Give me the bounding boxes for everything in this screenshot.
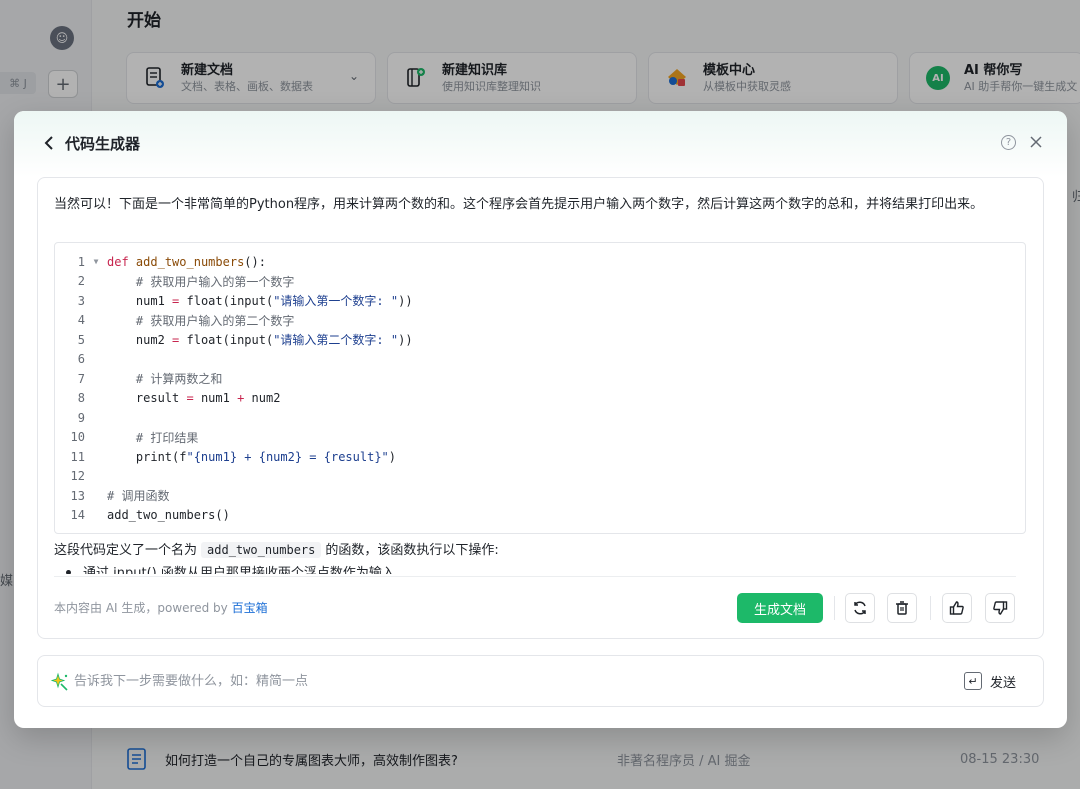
- dialog-header: [14, 111, 1067, 177]
- explain-prefix: 这段代码定义了一个名为: [54, 543, 198, 558]
- response-intro: 当然可以！下面是一个非常简单的Python程序，用来计算两个数的和。这个程序会首…: [54, 197, 984, 212]
- divider: [930, 596, 931, 620]
- bullet-dot: [66, 569, 71, 574]
- line-number: 8: [77, 391, 85, 406]
- line-number: 10: [70, 430, 85, 445]
- line-number: 1: [77, 254, 85, 269]
- thumbs-down-button[interactable]: [985, 593, 1015, 623]
- back-arrow-icon[interactable]: [40, 133, 58, 153]
- code-line: 3 num1 = float(input("请输入第一个数字: ")): [55, 291, 1025, 311]
- prompt-input[interactable]: [74, 656, 934, 706]
- thumbs-up-icon: [949, 601, 964, 615]
- delete-button[interactable]: [887, 593, 917, 623]
- close-icon[interactable]: [1027, 133, 1045, 151]
- code-text: # 打印结果: [107, 430, 199, 445]
- code-line: 5 num2 = float(input("请输入第二个数字: ")): [55, 330, 1025, 350]
- code-line: 2 # 获取用户输入的第一个数字: [55, 272, 1025, 292]
- code-line: 11 print(f"{num1} + {num2} = {result}"): [55, 447, 1025, 467]
- enter-key-icon: ↵: [964, 672, 982, 690]
- line-number: 13: [70, 488, 85, 503]
- inline-code: add_two_numbers: [201, 542, 322, 558]
- code-line: 10 # 打印结果: [55, 428, 1025, 448]
- trash-icon: [896, 601, 908, 615]
- powered-by-link[interactable]: 百宝箱: [232, 601, 268, 615]
- fold-toggle-icon[interactable]: ▼: [85, 257, 107, 266]
- help-icon[interactable]: ?: [1001, 135, 1016, 150]
- line-number: 11: [70, 449, 85, 464]
- code-text: def add_two_numbers():: [107, 254, 266, 269]
- refresh-icon: [854, 601, 866, 615]
- code-text: num2 = float(input("请输入第二个数字: ")): [107, 333, 413, 348]
- ai-response-card: 当然可以！下面是一个非常简单的Python程序，用来计算两个数的和。这个程序会首…: [37, 177, 1044, 639]
- line-number: 3: [77, 293, 85, 308]
- code-text: add_two_numbers(): [107, 508, 230, 523]
- code-line: 1 ▼ def add_two_numbers():: [55, 252, 1025, 272]
- line-number: 7: [77, 371, 85, 386]
- explain-suffix: 的函数，该函数执行以下操作:: [325, 543, 499, 558]
- line-number: 12: [70, 469, 85, 484]
- thumbs-down-icon: [993, 601, 1008, 615]
- line-number: 2: [77, 274, 85, 289]
- code-text: result = num1 + num2: [107, 391, 281, 406]
- line-number: 9: [77, 410, 85, 425]
- divider: [54, 576, 1016, 577]
- code-line: 12: [55, 467, 1025, 487]
- response-explanation: 这段代码定义了一个名为 add_two_numbers 的函数，该函数执行以下操作:: [54, 540, 499, 561]
- dialog-title: 代码生成器: [65, 135, 141, 153]
- code-line: 6: [55, 350, 1025, 370]
- code-text: # 调用函数: [107, 489, 170, 504]
- line-number: 6: [77, 352, 85, 367]
- code-text: # 获取用户输入的第二个数字: [107, 313, 295, 328]
- code-line: 8 result = num1 + num2: [55, 389, 1025, 409]
- code-text: # 获取用户输入的第一个数字: [107, 274, 295, 289]
- ai-disclaimer: 本内容由 AI 生成，powered by 百宝箱: [54, 599, 268, 616]
- generate-document-button[interactable]: 生成文档: [737, 593, 823, 623]
- disclaimer-text: 本内容由 AI 生成，powered by: [54, 601, 232, 615]
- regenerate-button[interactable]: [845, 593, 875, 623]
- code-line: 14 add_two_numbers(): [55, 506, 1025, 526]
- send-button[interactable]: ↵ 发送: [964, 671, 1016, 691]
- divider: [834, 596, 835, 620]
- code-line: 4 # 获取用户输入的第二个数字: [55, 311, 1025, 331]
- bullet-text: 通过 input() 函数从用户那里接收两个浮点数作为输入: [83, 566, 395, 574]
- sparkle-icon: [50, 672, 70, 692]
- bullet-list-item: 通过 input() 函数从用户那里接收两个浮点数作为输入: [54, 564, 395, 574]
- prompt-bar: ↵ 发送: [37, 655, 1044, 707]
- line-number: 14: [70, 508, 85, 523]
- code-text: num1 = float(input("请输入第一个数字: ")): [107, 294, 413, 309]
- code-generator-dialog: 代码生成器 ? 当然可以！下面是一个非常简单的Python程序，用来计算两个数的…: [14, 111, 1067, 728]
- code-line: 13 # 调用函数: [55, 486, 1025, 506]
- code-text: print(f"{num1} + {num2} = {result}"): [107, 449, 397, 464]
- line-number: 5: [77, 332, 85, 347]
- line-number: 4: [77, 313, 85, 328]
- send-label: 发送: [990, 675, 1017, 691]
- thumbs-up-button[interactable]: [942, 593, 972, 623]
- code-line: 9: [55, 408, 1025, 428]
- code-block[interactable]: 1 ▼ def add_two_numbers(): 2 # 获取用户输入的第一个数字…: [54, 242, 1026, 534]
- code-text: # 计算两数之和: [107, 372, 223, 387]
- code-line: 7 # 计算两数之和: [55, 369, 1025, 389]
